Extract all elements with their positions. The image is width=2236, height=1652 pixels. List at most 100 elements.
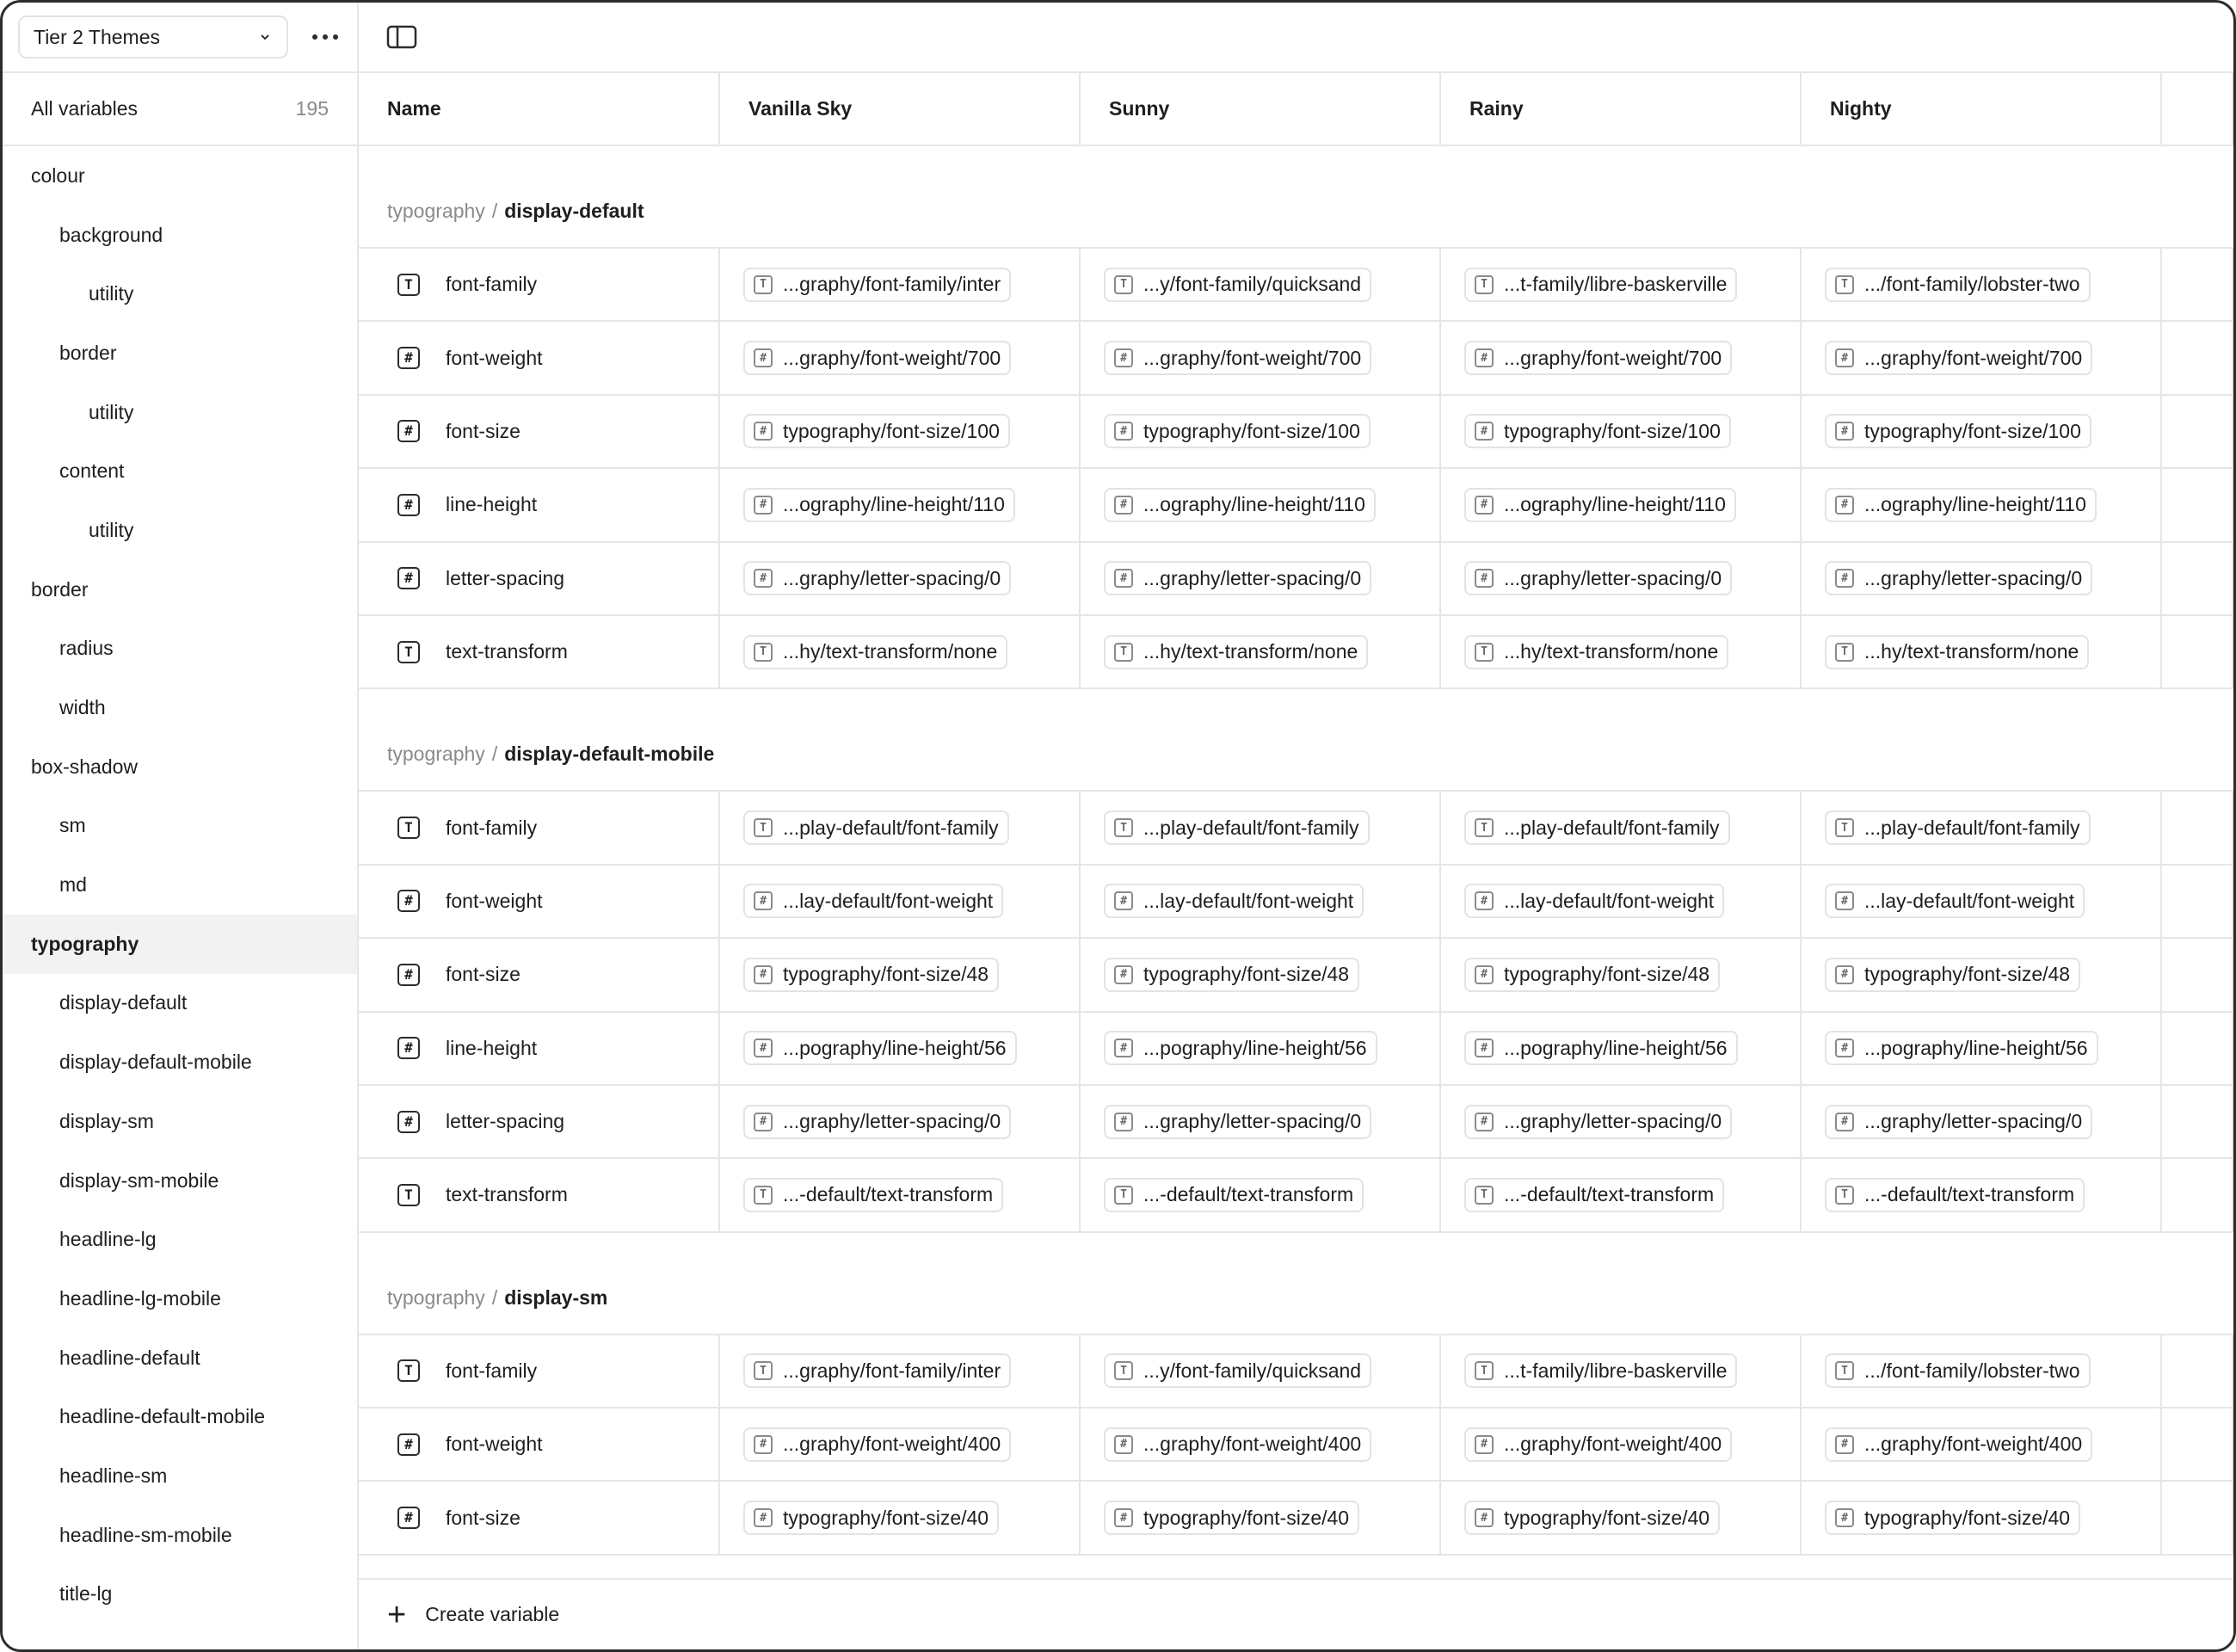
mode-value-cell[interactable]: T ...play-default/font-family — [1441, 792, 1802, 864]
alias-pill[interactable]: T ...play-default/font-family — [1464, 811, 1730, 846]
sidebar-item[interactable]: headline-sm-mobile — [3, 1506, 357, 1565]
alias-pill[interactable]: # typography/font-size/48 — [1464, 957, 1721, 992]
alias-pill[interactable]: # ...lay-default/font-weight — [1464, 884, 1725, 919]
all-variables-item[interactable]: All variables 195 — [3, 73, 357, 146]
alias-pill[interactable]: # ...ography/line-height/110 — [743, 487, 1015, 522]
alias-pill[interactable]: # typography/font-size/40 — [1104, 1501, 1360, 1536]
mode-value-cell[interactable]: # ...graphy/letter-spacing/0 — [1441, 1085, 1802, 1158]
sidebar-item[interactable]: headline-default-mobile — [3, 1387, 357, 1446]
alias-pill[interactable]: T ...hy/text-transform/none — [1104, 634, 1369, 669]
sidebar-item[interactable]: content — [3, 441, 357, 501]
mode-value-cell[interactable]: # ...pography/line-height/56 — [720, 1012, 1081, 1084]
sidebar-item[interactable]: display-default — [3, 974, 357, 1033]
sidebar-item[interactable]: utility — [3, 383, 357, 442]
mode-value-cell[interactable]: T ...t-family/libre-baskerville — [1441, 1335, 1802, 1408]
column-header-mode[interactable]: Nighty — [1802, 73, 2162, 145]
alias-pill[interactable]: # ...graphy/font-weight/400 — [743, 1427, 1012, 1462]
mode-value-cell[interactable]: # ...pography/line-height/56 — [1441, 1012, 1802, 1084]
mode-value-cell[interactable]: T ...-default/text-transform — [1081, 1159, 1441, 1231]
mode-value-cell[interactable]: # ...lay-default/font-weight — [1081, 865, 1441, 938]
sidebar-item[interactable]: colour — [3, 146, 357, 206]
mode-value-cell[interactable]: # ...graphy/letter-spacing/0 — [720, 1085, 1081, 1158]
alias-pill[interactable]: # ...ography/line-height/110 — [1104, 487, 1376, 522]
variable-row[interactable]: # font-size # typography/font-size/100 # typo… — [359, 395, 2233, 470]
alias-pill[interactable]: # ...graphy/letter-spacing/0 — [743, 561, 1012, 596]
mode-value-cell[interactable]: # ...graphy/font-weight/700 — [1802, 322, 2162, 394]
column-header-mode[interactable]: Sunny — [1081, 73, 1441, 145]
mode-value-cell[interactable]: # ...graphy/letter-spacing/0 — [1802, 542, 2162, 614]
alias-pill[interactable]: # ...graphy/letter-spacing/0 — [1464, 1104, 1733, 1139]
alias-pill[interactable]: # typography/font-size/100 — [1464, 414, 1731, 449]
variable-row[interactable]: # letter-spacing # ...graphy/letter-spacing… — [359, 1085, 2233, 1160]
mode-value-cell[interactable]: T ...-default/text-transform — [1441, 1159, 1802, 1231]
mode-value-cell[interactable]: # ...graphy/letter-spacing/0 — [1802, 1085, 2162, 1158]
mode-value-cell[interactable]: # ...lay-default/font-weight — [1441, 865, 1802, 938]
alias-pill[interactable]: # ...ography/line-height/110 — [1464, 487, 1736, 522]
mode-value-cell[interactable]: # ...graphy/letter-spacing/0 — [1441, 542, 1802, 614]
alias-pill[interactable]: # ...graphy/letter-spacing/0 — [1464, 561, 1733, 596]
sidebar-item[interactable]: display-default-mobile — [3, 1032, 357, 1092]
variable-row[interactable]: # font-weight # ...graphy/font-weight/700 #.… — [359, 322, 2233, 396]
alias-pill[interactable]: # ...graphy/font-weight/700 — [1825, 341, 2093, 376]
alias-pill[interactable]: T ...-default/text-transform — [743, 1177, 1004, 1212]
mode-value-cell[interactable]: # ...ography/line-height/110 — [1441, 469, 1802, 541]
sidebar-item[interactable]: headline-default — [3, 1328, 357, 1388]
sidebar-item[interactable]: typography — [3, 914, 357, 974]
variable-name-cell[interactable]: Ttext-transform — [359, 1159, 720, 1231]
alias-pill[interactable]: # ...graphy/letter-spacing/0 — [1104, 561, 1372, 596]
variable-row[interactable]: # font-size # typography/font-size/40 # typog… — [359, 1482, 2233, 1556]
alias-pill[interactable]: T .../font-family/lobster-two — [1825, 1353, 2091, 1389]
variable-row[interactable]: # letter-spacing # ...graphy/letter-spacing… — [359, 542, 2233, 616]
mode-value-cell[interactable]: # ...graphy/font-weight/700 — [720, 322, 1081, 394]
mode-value-cell[interactable]: # typography/font-size/48 — [1081, 939, 1441, 1011]
alias-pill[interactable]: # ...lay-default/font-weight — [1104, 884, 1364, 919]
alias-pill[interactable]: # typography/font-size/48 — [743, 957, 1000, 992]
mode-value-cell[interactable]: # typography/font-size/100 — [1081, 395, 1441, 468]
mode-value-cell[interactable]: T ...play-default/font-family — [1081, 792, 1441, 864]
alias-pill[interactable]: # ...lay-default/font-weight — [743, 884, 1004, 919]
mode-value-cell[interactable]: # ...lay-default/font-weight — [1802, 865, 2162, 938]
mode-value-cell[interactable]: # typography/font-size/48 — [1441, 939, 1802, 1011]
alias-pill[interactable]: # ...ography/line-height/110 — [1825, 487, 2097, 522]
variable-name-cell[interactable]: # line-height — [359, 469, 720, 541]
alias-pill[interactable]: # ...pography/line-height/56 — [1825, 1031, 2098, 1066]
mode-value-cell[interactable]: # typography/font-size/100 — [720, 395, 1081, 468]
sidebar-item[interactable]: headline-lg — [3, 1210, 357, 1269]
mode-value-cell[interactable]: # typography/font-size/40 — [1081, 1482, 1441, 1554]
alias-pill[interactable]: # ...graphy/font-weight/700 — [743, 341, 1012, 376]
alias-pill[interactable]: T ...play-default/font-family — [743, 811, 1009, 846]
column-header-mode[interactable]: Rainy — [1441, 73, 1802, 145]
variable-name-cell[interactable]: # line-height — [359, 1012, 720, 1084]
alias-pill[interactable]: # ...graphy/letter-spacing/0 — [743, 1104, 1012, 1139]
mode-value-cell[interactable]: # ...pography/line-height/56 — [1081, 1012, 1441, 1084]
sidebar-item[interactable]: background — [3, 206, 357, 265]
alias-pill[interactable]: # ...pography/line-height/56 — [1464, 1031, 1738, 1066]
alias-pill[interactable]: # ...graphy/font-weight/400 — [1104, 1427, 1372, 1462]
variable-row[interactable]: Ttext-transform T ...hy/text-transform/non… — [359, 615, 2233, 690]
column-header-name[interactable]: Name — [359, 73, 720, 145]
alias-pill[interactable]: T ...play-default/font-family — [1104, 811, 1370, 846]
alias-pill[interactable]: T ...hy/text-transform/none — [1464, 634, 1729, 669]
variable-name-cell[interactable]: Tfont-family — [359, 249, 720, 321]
mode-value-cell[interactable]: # ...pography/line-height/56 — [1802, 1012, 2162, 1084]
sidebar-item[interactable]: headline-lg-mobile — [3, 1269, 357, 1328]
variable-row[interactable]: Ttext-transform T ...-default/text-transfo… — [359, 1159, 2233, 1233]
alias-pill[interactable]: # typography/font-size/100 — [1104, 414, 1371, 449]
mode-value-cell[interactable]: T ...play-default/font-family — [720, 792, 1081, 864]
sidebar-item[interactable]: width — [3, 678, 357, 737]
mode-value-cell[interactable]: # typography/font-size/100 — [1802, 395, 2162, 468]
alias-pill[interactable]: T ...-default/text-transform — [1464, 1177, 1725, 1212]
alias-pill[interactable]: # ...pography/line-height/56 — [743, 1031, 1017, 1066]
mode-value-cell[interactable]: T .../font-family/lobster-two — [1802, 249, 2162, 321]
mode-value-cell[interactable]: # ...graphy/letter-spacing/0 — [720, 542, 1081, 614]
mode-value-cell[interactable]: # ...graphy/font-weight/400 — [1081, 1409, 1441, 1481]
sidebar-item[interactable]: utility — [3, 264, 357, 324]
mode-value-cell[interactable]: # ...graphy/font-weight/400 — [720, 1409, 1081, 1481]
alias-pill[interactable]: # ...graphy/letter-spacing/0 — [1104, 1104, 1372, 1139]
mode-value-cell[interactable]: # ...graphy/letter-spacing/0 — [1081, 542, 1441, 614]
variable-name-cell[interactable]: # font-weight — [359, 1409, 720, 1481]
alias-pill[interactable]: T ...y/font-family/quicksand — [1104, 267, 1372, 302]
mode-value-cell[interactable]: # typography/font-size/100 — [1441, 395, 1802, 468]
mode-value-cell[interactable]: # typography/font-size/48 — [1802, 939, 2162, 1011]
more-options-button[interactable] — [307, 15, 343, 59]
